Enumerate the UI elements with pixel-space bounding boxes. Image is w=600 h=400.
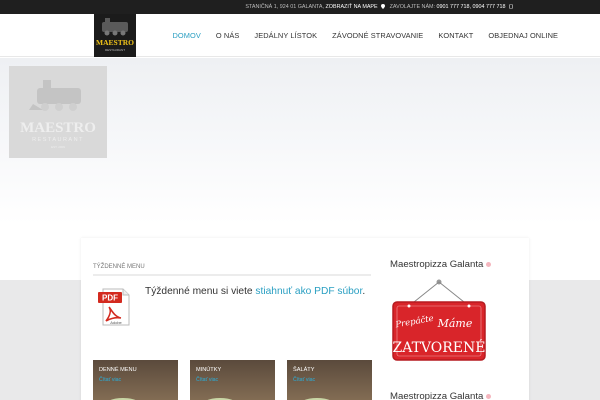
card-denne-menu[interactable]: DENNÉ MENU Čítať viac bbox=[93, 360, 178, 400]
card-read-more-link[interactable]: Čítať viac bbox=[293, 377, 315, 383]
sign-line-2: Máme bbox=[437, 317, 473, 330]
nav-item-domov[interactable]: DOMOV bbox=[165, 14, 208, 57]
hero-logo-subtext: RESTAURANT bbox=[32, 137, 84, 143]
sidebar-title-dot bbox=[486, 262, 492, 267]
sidebar-title: Maestropizza Galanta bbox=[390, 259, 492, 270]
map-link[interactable]: ZOBRAZIŤ NA MAPE bbox=[325, 4, 377, 10]
logo-text: MAESTRO bbox=[96, 38, 134, 47]
phone-numbers[interactable]: 0901 777 718, 0904 777 718 bbox=[437, 4, 506, 10]
sign-line-3: ZATVORENÉ bbox=[393, 338, 486, 356]
section-divider bbox=[93, 274, 371, 276]
closed-sign-image: Prepáčte Máme ZATVORENÉ bbox=[392, 279, 486, 361]
top-info-content: STANIČNÁ 1, 924 01 GALANTA, ZOBRAZIŤ NA … bbox=[245, 0, 516, 14]
card-title: DENNÉ MENU bbox=[99, 367, 137, 373]
sidebar-title-2: Maestropizza Galanta bbox=[390, 391, 492, 400]
sidebar-title-text: Maestropizza Galanta bbox=[390, 259, 484, 270]
pdf-label: PDF bbox=[102, 294, 118, 303]
section-title: TÝŽDENNÉ MENU bbox=[93, 264, 145, 270]
main-content: TÝŽDENNÉ MENU PDF Adobe Týždenné menu si… bbox=[81, 238, 529, 400]
train-logo-icon: MAESTRO RESTAURANT bbox=[96, 18, 134, 52]
weekly-menu-pdf-link[interactable]: stiahnuť ako PDF súbor bbox=[255, 286, 362, 297]
nav-item-objednaj-online[interactable]: OBJEDNAJ ONLINE bbox=[481, 14, 566, 57]
nav-item-zavodne-stravovanie[interactable]: ZÁVODNÉ STRAVOVANIE bbox=[325, 14, 431, 57]
sidebar-title-2-dot bbox=[486, 394, 492, 399]
top-info-bar: STANIČNÁ 1, 924 01 GALANTA, ZOBRAZIŤ NA … bbox=[0, 0, 600, 14]
weekly-menu-text-end: . bbox=[362, 286, 366, 297]
site-logo[interactable]: MAESTRO RESTAURANT bbox=[94, 14, 136, 57]
card-salaty[interactable]: ŠALÁTY Čítať viac bbox=[287, 360, 372, 400]
logo-subtext: RESTAURANT bbox=[105, 48, 125, 52]
pdf-icon[interactable]: PDF Adobe bbox=[95, 287, 135, 327]
card-read-more-link[interactable]: Čítať viac bbox=[99, 377, 121, 383]
hero-logo-est: EST. 2009 bbox=[51, 145, 65, 149]
nav-item-kontakt[interactable]: KONTAKT bbox=[431, 14, 481, 57]
card-title: MINÚTKY bbox=[196, 367, 222, 373]
hero-logo-image: MAESTRO RESTAURANT EST. 2009 bbox=[9, 66, 107, 158]
address-text: STANIČNÁ 1, 924 01 GALANTA, bbox=[245, 4, 324, 10]
nav-item-o-nas[interactable]: O NÁS bbox=[208, 14, 247, 57]
card-title: ŠALÁTY bbox=[293, 367, 315, 373]
weekly-menu-text-start: Týždenné menu si viete bbox=[145, 286, 256, 297]
card-read-more-link[interactable]: Čítať viac bbox=[196, 377, 218, 383]
phone-icon bbox=[509, 4, 513, 9]
hero-logo-text: MAESTRO bbox=[20, 120, 96, 136]
main-navigation: DOMOV O NÁS JEDÁLNY LÍSTOK ZÁVODNÉ STRAV… bbox=[165, 14, 566, 57]
hero-train-logo-icon: MAESTRO RESTAURANT EST. 2009 bbox=[20, 80, 96, 149]
nav-item-jedalny-listok[interactable]: JEDÁLNY LÍSTOK bbox=[247, 14, 325, 57]
sidebar-title-2-text: Maestropizza Galanta bbox=[390, 391, 484, 400]
map-pin-icon bbox=[381, 4, 386, 9]
site-header: MAESTRO RESTAURANT DOMOV O NÁS JEDÁLNY L… bbox=[0, 14, 600, 57]
card-minutky[interactable]: MINÚTKY Čítať viac bbox=[190, 360, 275, 400]
call-label: ZAVOLAJTE NÁM: bbox=[389, 4, 436, 10]
pdf-brand: Adobe bbox=[110, 320, 122, 325]
weekly-menu-text: Týždenné menu si viete stiahnuť ako PDF … bbox=[145, 286, 365, 297]
